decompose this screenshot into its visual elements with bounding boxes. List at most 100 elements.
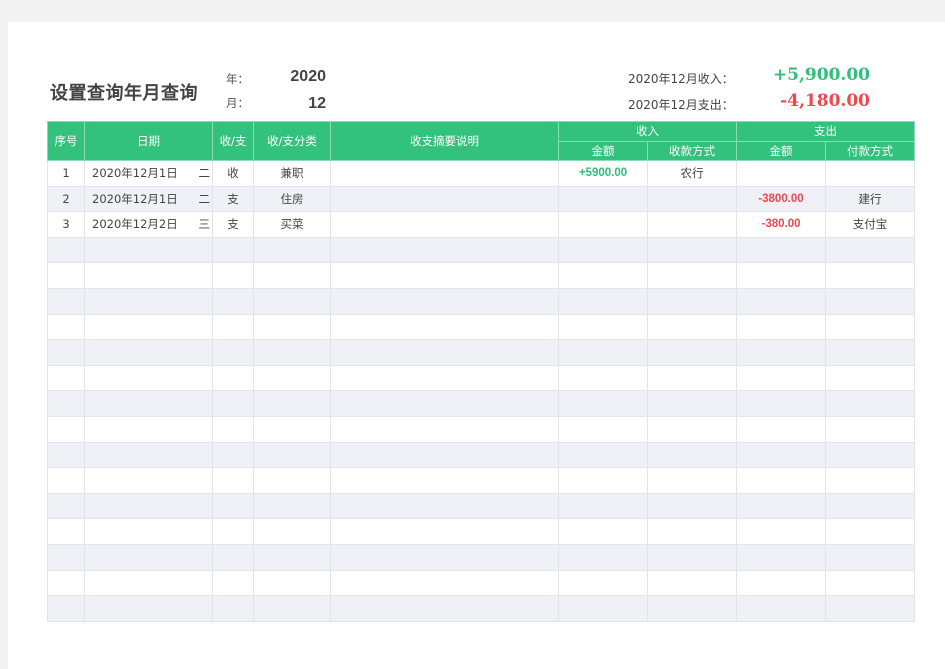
cell-type[interactable] [212, 569, 254, 597]
cell-desc[interactable] [330, 415, 559, 443]
cell-desc[interactable] [330, 339, 559, 366]
cell-expense-method[interactable] [825, 287, 915, 315]
cell-seq[interactable] [47, 441, 85, 469]
cell-expense-amount[interactable] [736, 160, 826, 187]
cell-type[interactable]: 支 [212, 211, 254, 238]
cell-desc[interactable] [330, 236, 559, 264]
cell-expense-method[interactable] [825, 390, 915, 417]
cell-expense-method[interactable] [825, 518, 915, 545]
cell-category[interactable] [253, 390, 331, 417]
cell-expense-amount[interactable] [736, 339, 826, 366]
cell-seq[interactable]: 1 [47, 160, 85, 187]
cell-category[interactable] [253, 569, 331, 597]
cell-desc[interactable] [330, 185, 559, 213]
cell-category[interactable] [253, 262, 331, 289]
cell-income-amount[interactable] [558, 339, 648, 366]
cell-desc[interactable] [330, 595, 559, 622]
cell-income-amount[interactable] [558, 364, 648, 392]
cell-income-amount[interactable] [558, 390, 648, 417]
cell-expense-amount[interactable] [736, 313, 826, 341]
cell-seq[interactable]: 2 [47, 185, 85, 213]
cell-expense-amount[interactable] [736, 287, 826, 315]
cell-category[interactable] [253, 287, 331, 315]
cell-seq[interactable] [47, 467, 85, 494]
cell-desc[interactable] [330, 441, 559, 469]
cell-income-amount[interactable] [558, 595, 648, 622]
cell-type[interactable] [212, 543, 254, 571]
cell-seq[interactable] [47, 236, 85, 264]
cell-date[interactable] [84, 262, 213, 289]
cell-seq[interactable] [47, 415, 85, 443]
cell-income-amount[interactable] [558, 441, 648, 469]
cell-income-method[interactable] [647, 467, 737, 494]
cell-category[interactable] [253, 492, 331, 520]
cell-expense-amount[interactable] [736, 364, 826, 392]
cell-expense-method[interactable] [825, 569, 915, 597]
cell-type[interactable] [212, 364, 254, 392]
cell-income-amount[interactable] [558, 518, 648, 545]
cell-income-amount[interactable] [558, 313, 648, 341]
cell-expense-method[interactable] [825, 415, 915, 443]
cell-expense-amount[interactable] [736, 518, 826, 545]
year-input[interactable]: 2020 [246, 68, 326, 86]
cell-income-method[interactable] [647, 518, 737, 545]
cell-income-method[interactable] [647, 569, 737, 597]
cell-date[interactable]: 2020年12月1日 二 [84, 160, 213, 187]
cell-expense-method[interactable]: 支付宝 [825, 211, 915, 238]
cell-seq[interactable] [47, 518, 85, 545]
cell-category[interactable]: 买菜 [253, 211, 331, 238]
cell-type[interactable] [212, 467, 254, 494]
cell-expense-method[interactable] [825, 364, 915, 392]
cell-income-amount[interactable] [558, 262, 648, 289]
cell-expense-method[interactable]: 建行 [825, 185, 915, 213]
cell-seq[interactable] [47, 287, 85, 315]
cell-income-amount[interactable] [558, 211, 648, 238]
cell-type[interactable] [212, 313, 254, 341]
cell-expense-method[interactable] [825, 595, 915, 622]
cell-date[interactable] [84, 492, 213, 520]
cell-seq[interactable] [47, 364, 85, 392]
cell-expense-method[interactable] [825, 339, 915, 366]
cell-category[interactable]: 住房 [253, 185, 331, 213]
cell-type[interactable] [212, 339, 254, 366]
cell-expense-amount[interactable] [736, 595, 826, 622]
cell-date[interactable]: 2020年12月2日 三 [84, 211, 213, 238]
cell-desc[interactable] [330, 390, 559, 417]
cell-date[interactable] [84, 313, 213, 341]
cell-income-amount[interactable] [558, 415, 648, 443]
cell-income-amount[interactable] [558, 236, 648, 264]
cell-expense-amount[interactable] [736, 262, 826, 289]
cell-income-method[interactable] [647, 339, 737, 366]
cell-type[interactable] [212, 236, 254, 264]
cell-desc[interactable] [330, 569, 559, 597]
cell-income-method[interactable] [647, 390, 737, 417]
cell-date[interactable] [84, 415, 213, 443]
cell-type[interactable] [212, 390, 254, 417]
cell-expense-method[interactable] [825, 160, 915, 187]
cell-type[interactable] [212, 595, 254, 622]
cell-income-method[interactable] [647, 185, 737, 213]
cell-category[interactable] [253, 441, 331, 469]
cell-income-method[interactable] [647, 211, 737, 238]
cell-income-amount[interactable] [558, 287, 648, 315]
cell-seq[interactable] [47, 492, 85, 520]
cell-seq[interactable] [47, 543, 85, 571]
cell-category[interactable] [253, 364, 331, 392]
cell-income-method[interactable] [647, 262, 737, 289]
cell-desc[interactable] [330, 211, 559, 238]
cell-expense-method[interactable] [825, 492, 915, 520]
cell-desc[interactable] [330, 287, 559, 315]
cell-category[interactable] [253, 467, 331, 494]
cell-income-amount[interactable] [558, 467, 648, 494]
cell-expense-amount[interactable] [736, 441, 826, 469]
cell-desc[interactable] [330, 364, 559, 392]
cell-income-amount[interactable] [558, 569, 648, 597]
cell-income-method[interactable] [647, 492, 737, 520]
cell-date[interactable] [84, 287, 213, 315]
cell-expense-amount[interactable] [736, 236, 826, 264]
cell-expense-method[interactable] [825, 543, 915, 571]
cell-type[interactable] [212, 518, 254, 545]
cell-date[interactable] [84, 390, 213, 417]
cell-seq[interactable] [47, 262, 85, 289]
cell-desc[interactable] [330, 467, 559, 494]
